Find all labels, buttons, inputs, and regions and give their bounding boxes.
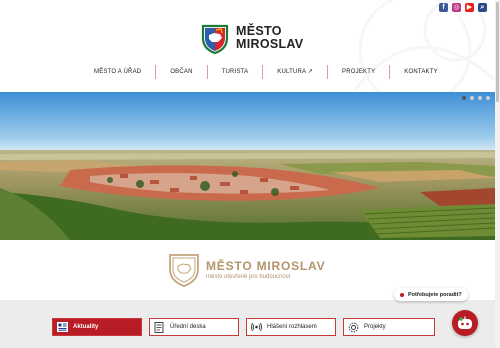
social-links: f ◎ ▶ ⌕: [439, 3, 487, 12]
brand-name: MĚSTO MIROSLAV: [206, 258, 326, 273]
broadcast-icon: [250, 321, 262, 333]
main-navigation: MĚSTO A ÚŘAD OBČAN TURISTA KULTURA ↗ PRO…: [80, 64, 452, 80]
nav-item-obcan[interactable]: OBČAN: [156, 64, 206, 80]
nav-item-kontakty[interactable]: KONTAKTY: [390, 64, 452, 80]
slider-dot-1[interactable]: [462, 96, 466, 100]
quick-link-label: Hlášení rozhlasem: [267, 324, 317, 330]
nav-item-mesto-a-urad[interactable]: MĚSTO A ÚŘAD: [80, 64, 155, 80]
hero-slider[interactable]: [0, 92, 495, 240]
help-label: Potřebujete poradit?: [408, 291, 462, 298]
site-title: MĚSTO MIROSLAV: [236, 24, 304, 51]
newspaper-icon: [56, 321, 68, 333]
search-icon[interactable]: ⌕: [478, 3, 487, 12]
slider-dot-4[interactable]: [486, 96, 490, 100]
quick-link-label: Aktuality: [73, 324, 99, 330]
scrollbar-thumb[interactable]: [496, 2, 499, 102]
gear-icon: [347, 321, 359, 333]
brand-logo: MĚSTO MIROSLAV město otevřené pro budouc…: [168, 251, 325, 287]
facebook-icon[interactable]: f: [439, 3, 448, 12]
brand-tagline: město otevřené pro budoucnost: [206, 273, 291, 280]
site-logo[interactable]: MĚSTO MIROSLAV: [200, 22, 303, 54]
chat-button[interactable]: [452, 310, 478, 336]
status-dot-icon: [400, 292, 404, 297]
quick-link-label: Projekty: [364, 324, 386, 330]
site-header: f ◎ ▶ ⌕ MĚSTO MIROSLAV MĚSTO A ÚŘAD OBČA…: [0, 0, 495, 92]
town-aerial-photo: [0, 92, 495, 240]
quick-link-hlaseni-rozhlasem[interactable]: Hlášení rozhlasem: [246, 318, 336, 336]
quick-link-projekty[interactable]: Projekty: [343, 318, 435, 336]
slider-dot-2[interactable]: [470, 96, 474, 100]
quick-link-label: Úřední deska: [170, 324, 206, 330]
nav-item-projekty[interactable]: PROJEKTY: [328, 64, 389, 80]
page-scrollbar[interactable]: [495, 0, 500, 348]
quick-link-uredni-deska[interactable]: Úřední deska: [149, 318, 239, 336]
chatbot-icon: [458, 316, 472, 329]
coat-of-arms-outline-icon: [169, 254, 199, 287]
document-board-icon: [153, 321, 165, 333]
coat-of-arms-icon: [201, 24, 229, 54]
slider-indicators: [462, 96, 490, 100]
nav-item-turista[interactable]: TURISTA: [208, 64, 263, 80]
slider-dot-3[interactable]: [478, 96, 482, 100]
instagram-icon[interactable]: ◎: [452, 3, 461, 12]
nav-item-kultura[interactable]: KULTURA ↗: [263, 64, 327, 80]
youtube-icon[interactable]: ▶: [465, 3, 474, 12]
quick-links-bar: Aktuality Úřední deska Hlášení rozhlasem…: [0, 300, 495, 348]
help-bubble[interactable]: Potřebujete poradit?: [394, 288, 468, 301]
quick-link-aktuality[interactable]: Aktuality: [52, 318, 142, 336]
